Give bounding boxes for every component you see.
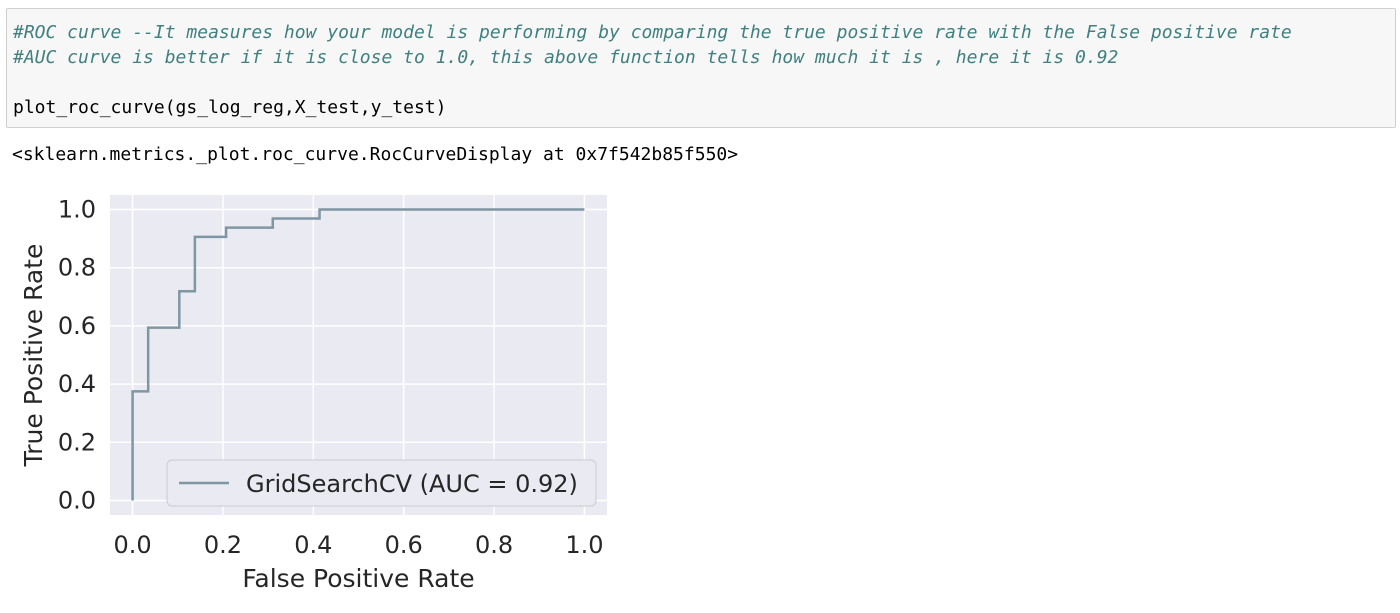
y-tick-label: 0.4 (58, 370, 96, 398)
y-tick-label: 1.0 (58, 196, 96, 224)
x-tick-label: 0.2 (204, 531, 242, 559)
chart-legend: GridSearchCV (AUC = 0.92) (166, 459, 597, 507)
x-tick-label: 0.4 (294, 531, 332, 559)
y-tick-label: 0.6 (58, 312, 96, 340)
legend-label: GridSearchCV (AUC = 0.92) (246, 470, 578, 498)
output-repr-text: <sklearn.metrics._plot.roc_curve.RocCurv… (12, 144, 739, 165)
code-input-cell[interactable]: #ROC curve --It measures how your model … (6, 8, 1396, 128)
code-comment-line-1: #ROC curve --It measures how your model … (13, 22, 1292, 43)
y-tick-label: 0.8 (58, 254, 96, 282)
x-tick-label: 0.6 (385, 531, 423, 559)
code-statement-line: plot_roc_curve(gs_log_reg,X_test,y_test) (13, 97, 447, 118)
x-tick-label: 0.8 (475, 531, 513, 559)
x-tick-label: 0.0 (114, 531, 152, 559)
y-tick-label: 0.2 (58, 428, 96, 456)
y-tick-label: 0.0 (58, 486, 96, 514)
roc-chart: 0.0 0.2 0.4 0.6 0.8 1.0 0.0 0.2 0.4 0.6 0.8 1.0 Fal… (19, 195, 607, 593)
x-tick-label: 1.0 (565, 531, 603, 559)
x-axis-label: False Positive Rate (242, 564, 474, 593)
code-comment-line-2: #AUC curve is better if it is close to 1… (13, 47, 1119, 68)
y-axis-label: True Positive Rate (19, 244, 48, 468)
